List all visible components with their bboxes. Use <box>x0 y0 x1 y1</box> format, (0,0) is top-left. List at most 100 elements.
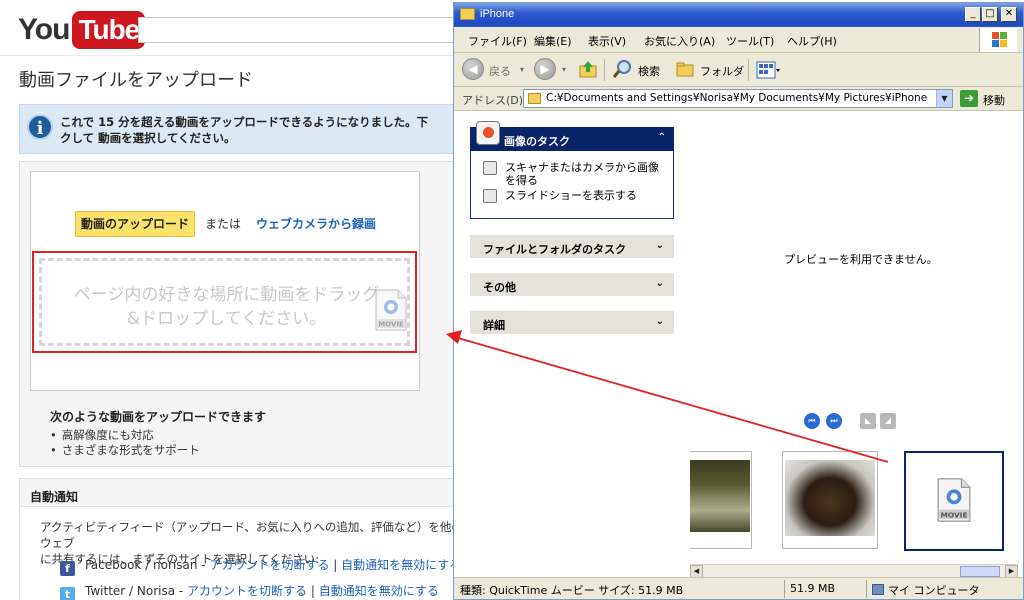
movie-icon-label: MOVIE <box>378 321 404 329</box>
rotate-left-icon[interactable]: ◣ <box>860 413 876 429</box>
drop-zone-text-line1: ページ内の好きな場所に動画をドラッグ <box>73 285 380 305</box>
filmstrip-scrollbar[interactable]: ◀ ▶ <box>690 564 1018 578</box>
quicktime-movie-icon: MOVIE <box>937 478 971 522</box>
menu-file[interactable]: ファイル(F) <box>468 33 527 49</box>
twitter-disable-notify-link[interactable]: 自動通知を無効にする <box>319 584 439 598</box>
info-text-line2: クして 動画を選択してください。 <box>60 131 236 145</box>
drop-zone[interactable]: ページ内の好きな場所に動画をドラッグ &ドロップしてください。 MOVIE <box>32 251 417 353</box>
can-upload-list: 高解像度にも対応 さまざまな形式をサポート <box>50 428 200 458</box>
back-dropdown-icon[interactable]: ▾ <box>520 65 524 74</box>
twitter-disconnect-link[interactable]: アカウントを切断する <box>187 584 307 598</box>
menubar: ファイル(F) 編集(E) 表示(V) お気に入り(A) ツール(T) ヘルプ(… <box>454 27 1023 53</box>
facebook-disable-notify-link[interactable]: 自動通知を無効にする <box>341 558 461 572</box>
facebook-row: f Facebook / norisan - アカウントを切断する | 自動通知を… <box>60 556 461 576</box>
previous-image-icon[interactable]: ⏮ <box>804 413 820 429</box>
info-banner: i これで 15 分を超える動画をアップロードできるようになりました。下 クして… <box>19 104 469 154</box>
image-tasks-icon <box>476 121 500 145</box>
explorer-content: 画像のタスク ⌃ スキャナまたはカメラから画像を得る スライドショーを表示する … <box>454 111 1023 578</box>
thumbnail-image[interactable] <box>782 451 878 549</box>
my-computer-icon <box>872 584 884 595</box>
address-label: アドレス(D) <box>462 94 524 107</box>
scrollbar-thumb[interactable] <box>960 566 1000 577</box>
rotate-right-icon[interactable]: ◢ <box>880 413 896 429</box>
forward-arrow-icon[interactable]: ▶ <box>534 58 556 80</box>
folders-button-label[interactable]: フォルダ <box>700 63 744 79</box>
address-folder-icon <box>528 93 541 104</box>
menu-edit[interactable]: 編集(E) <box>534 33 572 49</box>
close-button[interactable]: ✕ <box>1001 7 1017 22</box>
address-dropdown-icon[interactable]: ▼ <box>936 90 952 107</box>
twitter-account-label: Twitter / Norisa - <box>85 584 188 598</box>
image-tasks-header[interactable]: 画像のタスク ⌃ <box>470 121 674 151</box>
facebook-disconnect-link[interactable]: アカウントを切断する <box>209 558 329 572</box>
expand-chevron-icon[interactable]: ⌄ <box>656 278 664 289</box>
facebook-icon: f <box>60 561 75 576</box>
preview-unavailable-text: プレビューを利用できません。 <box>784 253 938 266</box>
menu-view[interactable]: 表示(V) <box>588 33 626 49</box>
list-item: さまざまな形式をサポート <box>50 443 200 458</box>
search-icon[interactable] <box>612 58 634 80</box>
explorer-window: iPhone _ □ ✕ ファイル(F) 編集(E) 表示(V) お気に入り(A… <box>453 2 1024 600</box>
file-folder-tasks-header[interactable]: ファイルとフォルダのタスク ⌄ <box>470 235 674 258</box>
toolbar: ◀ 戻る ▾ ▶ ▾ 検索 フォルダ <box>454 53 1023 87</box>
forward-dropdown-icon[interactable]: ▾ <box>562 65 566 74</box>
status-size: 51.9 MB <box>790 582 836 595</box>
address-input[interactable]: C:¥Documents and Settings¥Norisa¥My Docu… <box>523 89 953 108</box>
auto-notify-title: 自動通知 <box>20 479 468 507</box>
page-title: 動画ファイルをアップロード <box>19 70 253 91</box>
facebook-account-label: Facebook / norisan - <box>85 558 210 572</box>
status-location: マイ コンピュータ <box>872 582 980 598</box>
info-icon: i <box>27 114 53 140</box>
image-tasks-panel: 画像のタスク ⌃ スキャナまたはカメラから画像を得る スライドショーを表示する <box>470 121 674 219</box>
or-text: または <box>205 217 242 231</box>
views-icon[interactable] <box>756 60 780 80</box>
collapse-chevron-icon[interactable]: ⌃ <box>658 132 666 143</box>
maximize-button[interactable]: □ <box>982 7 998 22</box>
go-arrow-icon[interactable]: ➔ <box>960 90 978 107</box>
scanner-camera-icon <box>483 161 497 175</box>
up-folder-icon[interactable] <box>578 59 598 79</box>
go-button-label[interactable]: 移動 <box>983 92 1005 108</box>
status-bar: 種類: QuickTime ムービー サイズ: 51.9 MB 51.9 MB … <box>454 577 1023 599</box>
movie-icon-label: MOVIE <box>940 510 967 519</box>
upload-video-button[interactable]: 動画のアップロード <box>75 211 195 237</box>
menu-help[interactable]: ヘルプ(H) <box>787 33 837 49</box>
youtube-logo[interactable]: You Tube <box>18 10 146 50</box>
webcam-record-link[interactable]: ウェブカメラから録画 <box>256 215 376 232</box>
address-path: C:¥Documents and Settings¥Norisa¥My Docu… <box>546 92 928 104</box>
other-places-header[interactable]: その他 ⌄ <box>470 273 674 296</box>
status-file-info: 種類: QuickTime ムービー サイズ: 51.9 MB <box>460 584 684 597</box>
task-slideshow[interactable]: スライドショーを表示する <box>483 189 665 203</box>
drop-zone-text-line2: &ドロップしてください。 <box>126 309 327 329</box>
back-arrow-icon[interactable]: ◀ <box>462 58 484 80</box>
menu-favorites[interactable]: お気に入り(A) <box>644 33 715 49</box>
youtube-search-input[interactable] <box>138 17 468 43</box>
folders-icon[interactable] <box>676 61 696 78</box>
can-upload-title: 次のような動画をアップロードできます <box>50 410 267 424</box>
search-button-label[interactable]: 検索 <box>638 63 660 79</box>
expand-chevron-icon[interactable]: ⌄ <box>656 240 664 251</box>
quicktime-movie-icon: MOVIE <box>375 289 407 331</box>
drop-zone-dashed-border: ページ内の好きな場所に動画をドラッグ &ドロップしてください。 MOVIE <box>39 258 410 346</box>
back-button-label[interactable]: 戻る <box>489 63 511 79</box>
twitter-row: t Twitter / Norisa - アカウントを切断する | 自動通知を無効… <box>60 582 439 600</box>
slideshow-icon <box>483 189 497 203</box>
expand-chevron-icon[interactable]: ⌄ <box>656 316 664 327</box>
info-text-line1: これで 15 分を超える動画をアップロードできるようになりました。下 <box>60 115 429 129</box>
window-titlebar[interactable]: iPhone _ □ ✕ <box>454 3 1023 27</box>
windows-logo-icon <box>979 28 1017 52</box>
window-title: iPhone <box>480 8 515 20</box>
next-image-icon[interactable]: ⏭ <box>826 413 842 429</box>
minimize-button[interactable]: _ <box>965 7 981 22</box>
task-pane: 画像のタスク ⌃ スキャナまたはカメラから画像を得る スライドショーを表示する … <box>454 111 684 577</box>
thumbnail-image[interactable] <box>690 451 752 549</box>
filmstrip: MOVIE <box>690 451 1010 561</box>
folder-icon <box>460 8 475 20</box>
thumbnail-movie-selected[interactable]: MOVIE <box>904 451 1004 551</box>
address-bar: アドレス(D) C:¥Documents and Settings¥Norisa… <box>454 87 1023 111</box>
list-item: 高解像度にも対応 <box>50 428 200 443</box>
task-scan-from-camera[interactable]: スキャナまたはカメラから画像を得る <box>483 161 665 187</box>
menu-tools[interactable]: ツール(T) <box>726 33 774 49</box>
details-header[interactable]: 詳細 ⌄ <box>470 311 674 334</box>
twitter-icon: t <box>60 587 75 600</box>
